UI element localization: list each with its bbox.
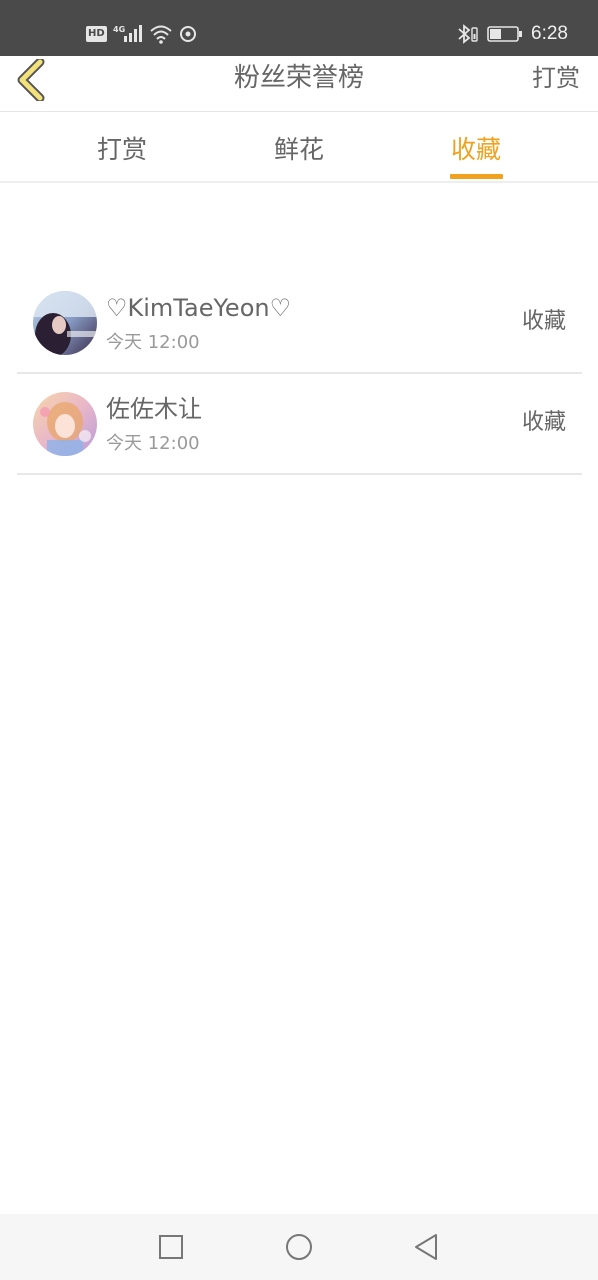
status-bar: HD 4G 6:28 (0, 0, 598, 56)
avatar (33, 392, 97, 456)
bluetooth-icon (457, 24, 479, 44)
status-time: 6:28 (531, 23, 568, 44)
list-item[interactable]: ♡KimTaeYeon♡ 今天 12:00 收藏 (17, 273, 582, 374)
circle-icon (286, 1234, 312, 1260)
status-left: HD 4G (86, 20, 197, 48)
home-button[interactable] (282, 1230, 316, 1264)
list-item[interactable]: 佐佐木让 今天 12:00 收藏 (17, 374, 582, 475)
square-icon (159, 1235, 183, 1259)
network-label: 4G (113, 25, 125, 34)
hd-badge: HD (86, 26, 107, 42)
tab-label: 打赏 (96, 135, 147, 164)
back-nav-button[interactable] (409, 1230, 443, 1264)
wifi-icon (149, 24, 173, 44)
tab-active-indicator (450, 174, 503, 179)
user-name: ♡KimTaeYeon♡ (106, 294, 292, 322)
tab-flowers[interactable]: 鲜花 (249, 113, 349, 183)
fan-list: ♡KimTaeYeon♡ 今天 12:00 收藏 佐佐木让 今天 12:00 收… (17, 273, 582, 475)
nav-bar: 粉丝荣誉榜 打赏 (0, 56, 598, 112)
battery-icon (487, 25, 523, 43)
tab-label: 鲜花 (273, 135, 324, 164)
avatar (33, 291, 97, 355)
tab-favorites[interactable]: 收藏 (426, 113, 526, 183)
triangle-back-icon (415, 1234, 437, 1260)
user-name: 佐佐木让 (106, 395, 202, 423)
status-right: 6:28 (457, 20, 568, 48)
tab-label: 收藏 (450, 135, 501, 164)
tab-reward[interactable]: 打赏 (72, 113, 172, 183)
favorite-label: 收藏 (521, 309, 566, 334)
recent-apps-button[interactable] (154, 1230, 188, 1264)
favorite-label: 收藏 (521, 410, 566, 435)
item-time: 今天 12:00 (106, 433, 200, 454)
system-nav-bar (0, 1214, 598, 1280)
reward-button[interactable]: 打赏 (532, 56, 580, 100)
sync-icon (179, 25, 197, 43)
page-title: 粉丝荣誉榜 (233, 63, 364, 93)
tab-bar: 打赏 鲜花 收藏 (0, 113, 598, 183)
item-time: 今天 12:00 (106, 332, 200, 353)
signal-icon: 4G (113, 24, 143, 44)
